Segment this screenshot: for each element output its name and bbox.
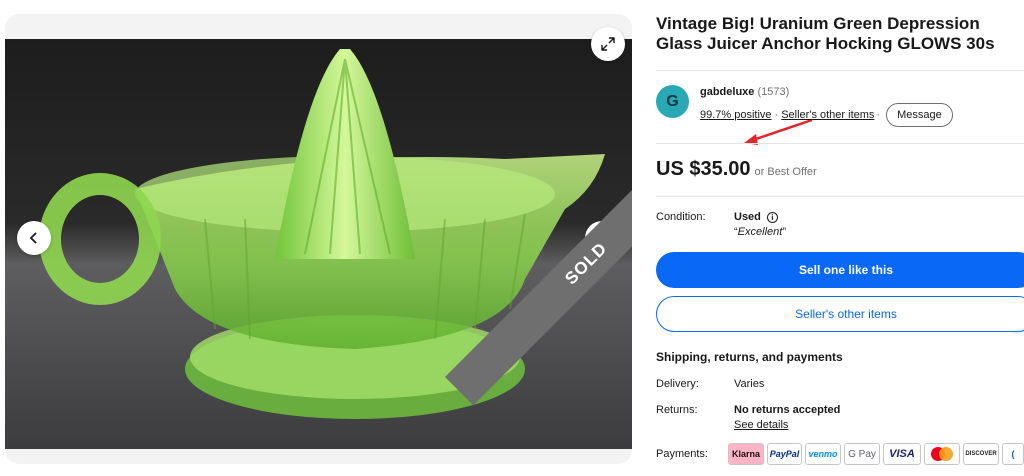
discover-icon: DISCOVER	[963, 443, 999, 465]
see-details-link[interactable]: See details	[734, 419, 1024, 431]
price: US $35.00	[656, 158, 751, 180]
more-payments-icon: (	[1002, 443, 1024, 465]
condition-quote-text: Excellent	[737, 226, 783, 238]
seller-other-items-link[interactable]: Seller's other items	[781, 108, 874, 122]
payments-row: Payments: Klarna PayPal venmo G Pay VISA…	[656, 443, 1024, 465]
returns-value: No returns accepted	[734, 404, 841, 416]
seller-name[interactable]: gabdeluxe	[700, 86, 754, 98]
condition-value: Used	[734, 211, 761, 223]
delivery-row: Delivery: Varies	[656, 378, 1024, 390]
seller-feedback-count: (1573)	[757, 86, 790, 98]
returns-row: Returns: No returns accepted	[656, 404, 1024, 416]
payments-label: Payments:	[656, 448, 708, 460]
best-offer-label: or Best Offer	[754, 166, 817, 178]
listing-title: Vintage Big! Uranium Green Depression Gl…	[656, 14, 995, 53]
previous-image-button[interactable]	[17, 221, 51, 255]
mastercard-icon	[924, 443, 960, 465]
image-gallery: SOLD	[5, 14, 632, 464]
google-pay-icon: G Pay	[844, 443, 880, 465]
payment-methods: Klarna PayPal venmo G Pay VISA DISCOVER …	[728, 443, 1024, 465]
klarna-icon: Klarna	[728, 443, 764, 465]
message-button[interactable]: Message	[886, 103, 953, 127]
delivery-value: Varies	[734, 378, 765, 390]
venmo-icon: venmo	[805, 443, 841, 465]
returns-label: Returns:	[656, 404, 698, 416]
chevron-left-icon	[29, 232, 37, 244]
avatar[interactable]: G	[656, 85, 689, 118]
price-row: US $35.00 or Best Offer	[656, 158, 1024, 194]
divider	[656, 70, 1024, 71]
seller-positive-link[interactable]: 99.7% positive	[700, 108, 772, 122]
listing-info: Vintage Big! Uranium Green Depression Gl…	[656, 14, 1024, 465]
expand-image-button[interactable]	[591, 27, 625, 61]
expand-icon	[601, 37, 615, 51]
condition-quote: “Excellent”	[734, 226, 786, 238]
paypal-icon: PayPal	[767, 443, 802, 465]
divider	[656, 143, 1024, 144]
shipping-section-title: Shipping, returns, and payments	[656, 350, 843, 364]
visa-icon: VISA	[883, 443, 921, 465]
divider	[656, 196, 1024, 197]
delivery-label: Delivery:	[656, 378, 699, 390]
condition-label: Condition:	[656, 211, 706, 223]
seller-card: G gabdeluxe (1573) 99.7% positive · Sell…	[656, 85, 1024, 131]
listing-page: SOLD Vintage Big! Uranium Green Depressi…	[0, 0, 1024, 476]
sellers-other-items-button[interactable]: Seller's other items	[656, 296, 1024, 332]
item-photo[interactable]	[5, 39, 632, 449]
info-icon[interactable]: i	[766, 211, 778, 223]
sell-one-like-this-button[interactable]: Sell one like this	[656, 252, 1024, 288]
condition-row: Condition: Used i	[656, 211, 1024, 223]
